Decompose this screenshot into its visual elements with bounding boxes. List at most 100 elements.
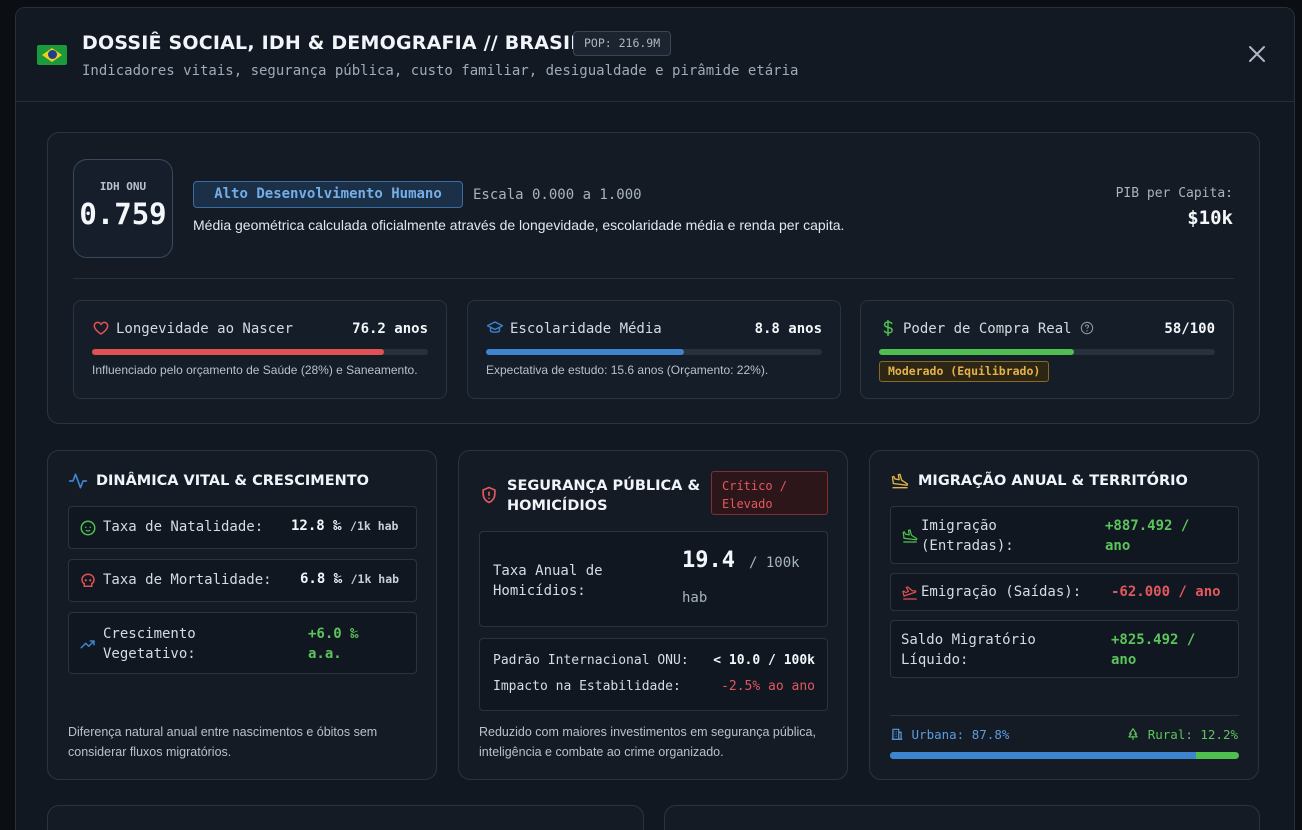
metric-name: Escolaridade Média	[510, 321, 662, 337]
population-badge: POP: 216.9M	[573, 31, 672, 56]
panel-title: MIGRAÇÃO ANUAL & TERRITÓRIO	[918, 473, 1188, 489]
idh-label: IDH ONU	[99, 180, 147, 193]
homicide-rate-box: Taxa Anual de Homicídios: 19.4 / 100k hab	[479, 531, 828, 627]
metric-value: 58/100	[1164, 321, 1215, 337]
growth-label-line-2: Vegetativo:	[103, 646, 196, 662]
metric-note: Influenciado pelo orçamento de Saúde (28…	[92, 363, 418, 377]
metric-longevity: Longevidade ao Nascer 76.2 anos Influenc…	[73, 300, 447, 399]
mortality-rate-row: Taxa de Mortalidade: 6.8 ‰ /1k hab	[68, 559, 417, 602]
immigration-row: Imigração (Entradas): +887.492 / ano	[890, 506, 1239, 564]
panel-title-line-2: HOMICÍDIOS	[507, 498, 608, 514]
migration-panel: MIGRAÇÃO ANUAL & TERRITÓRIO Imigração (En…	[869, 450, 1259, 780]
net-label-line-2: Líquido:	[901, 652, 969, 668]
security-panel: SEGURANÇA PÚBLICA & HOMICÍDIOS Crítico / E…	[458, 450, 848, 780]
urban-rural-bar	[890, 752, 1239, 759]
divider	[73, 278, 1234, 279]
row-value: +825.492 / ano	[1111, 630, 1195, 670]
rate-unit: / 100k	[749, 555, 800, 571]
rate-unit-2: hab	[682, 590, 708, 606]
baby-icon	[80, 520, 96, 536]
immigration-label-line-1: Imigração	[921, 518, 997, 534]
longevity-bar	[92, 349, 428, 355]
growth-value-line-2: a.a.	[308, 646, 342, 662]
panel-title: DINÂMICA VITAL & CRESCIMENTO	[96, 473, 369, 489]
impact-label: Impacto na Estabilidade:	[493, 679, 681, 694]
status-line-1: Crítico /	[722, 479, 788, 493]
row-label: Taxa de Mortalidade:	[103, 572, 272, 588]
panel-title: SEGURANÇA PÚBLICA & HOMICÍDIOS	[507, 476, 700, 516]
shield-alert-icon	[482, 486, 496, 504]
status-badge: Moderado (Equilibrado)	[879, 361, 1050, 382]
skull-icon	[81, 573, 95, 587]
row-value: 12.8 ‰ /1k hab	[291, 518, 398, 534]
pib-value: $10k	[1187, 207, 1233, 229]
immigration-label-line-2: (Entradas):	[921, 538, 1014, 554]
idh-score-box: IDH ONU 0.759	[73, 159, 173, 258]
modal-title: DOSSIÊ SOCIAL, IDH & DEMOGRAFIA // BRASI…	[82, 32, 583, 54]
plane-takeoff-icon	[902, 586, 917, 600]
mortality-rate-unit: /1k hab	[350, 572, 400, 586]
standard-label: Padrão Internacional ONU:	[493, 653, 689, 668]
metric-education: Escolaridade Média 8.8 anos Expectativa …	[467, 300, 841, 399]
growth-label-line-1: Crescimento	[103, 626, 196, 642]
homicide-rate-value: 19.4	[682, 548, 735, 573]
development-badge: Alto Desenvolvimento Humano	[193, 181, 463, 208]
net-label-line-1: Saldo Migratório	[901, 632, 1036, 648]
row-value: +887.492 / ano	[1105, 516, 1189, 556]
row-label: Saldo Migratório Líquido:	[901, 630, 1036, 670]
rate-label: Taxa Anual de Homicídios:	[493, 561, 603, 601]
modal-subtitle: Indicadores vitais, segurança pública, c…	[82, 63, 799, 79]
immigration-value-line-1: +887.492 /	[1105, 518, 1190, 534]
help-icon[interactable]	[1080, 321, 1094, 335]
birth-rate-unit: /1k hab	[350, 519, 399, 533]
activity-icon	[68, 473, 88, 489]
rate-label-line-2: Homicídios:	[493, 583, 586, 599]
panel-title-line-1: SEGURANÇA PÚBLICA &	[507, 478, 701, 494]
idh-description: Média geométrica calculada oficialmente …	[193, 217, 845, 233]
row-label: Taxa de Natalidade:	[103, 519, 264, 535]
bottom-card-left	[47, 805, 644, 830]
close-button[interactable]	[1244, 41, 1270, 67]
dollar-icon	[883, 319, 893, 337]
net-value-line-1: +825.492 /	[1111, 632, 1196, 648]
metric-value: 76.2 anos	[352, 321, 428, 337]
birth-rate-value: 12.8 ‰	[291, 518, 342, 534]
row-label: Crescimento Vegetativo:	[103, 624, 196, 664]
metric-name: Longevidade ao Nascer	[116, 321, 294, 337]
row-value: 6.8 ‰ /1k hab	[300, 571, 399, 587]
growth-row: Crescimento Vegetativo: +6.0 ‰ a.a.	[68, 612, 417, 674]
close-icon	[1249, 46, 1265, 62]
tree-icon	[1128, 728, 1138, 740]
panel-note: Diferença natural anual entre nascimento…	[68, 725, 378, 759]
bottom-card-right	[664, 805, 1260, 830]
building-icon	[891, 728, 903, 740]
metric-value: 8.8 anos	[754, 321, 822, 337]
row-value: +6.0 ‰ a.a.	[308, 624, 359, 664]
education-bar	[486, 349, 822, 355]
urban-text: Urbana: 87.8%	[911, 727, 1010, 742]
graduation-cap-icon	[486, 321, 504, 333]
status-line-2: Elevado	[722, 497, 773, 511]
urban-fill	[890, 752, 1197, 759]
birth-rate-row: Taxa de Natalidade: 12.8 ‰ /1k hab	[68, 506, 417, 549]
mortality-rate-value: 6.8 ‰	[300, 571, 343, 587]
rural-text: Rural: 12.2%	[1147, 727, 1238, 742]
idh-value: 0.759	[79, 197, 167, 231]
divider	[890, 715, 1239, 716]
status-badge: Crítico / Elevado	[711, 471, 828, 515]
pib-label: PIB per Capita:	[1115, 186, 1233, 201]
plane-landing-icon	[902, 529, 918, 543]
idh-card: IDH ONU 0.759 Alto Desenvolvimento Human…	[47, 132, 1260, 424]
plane-landing-icon	[891, 473, 909, 489]
standard-value: < 10.0 / 100k	[713, 653, 815, 668]
net-value-line-2: ano	[1111, 652, 1137, 668]
impact-value: -2.5% ao ano	[721, 679, 815, 694]
standards-box: Padrão Internacional ONU: < 10.0 / 100k …	[479, 638, 828, 711]
dossier-modal: DOSSIÊ SOCIAL, IDH & DEMOGRAFIA // BRASI…	[15, 7, 1295, 830]
rural-label: Rural: 12.2%	[1126, 727, 1238, 742]
metric-name-text: Poder de Compra Real	[903, 321, 1072, 337]
purchasing-power-bar	[879, 349, 1215, 355]
net-migration-row: Saldo Migratório Líquido: +825.492 / ano	[890, 620, 1239, 678]
emigration-row: Emigração (Saídas): -62.000 / ano	[890, 573, 1239, 611]
vital-dynamics-panel: DINÂMICA VITAL & CRESCIMENTO Taxa de Nat…	[47, 450, 437, 780]
